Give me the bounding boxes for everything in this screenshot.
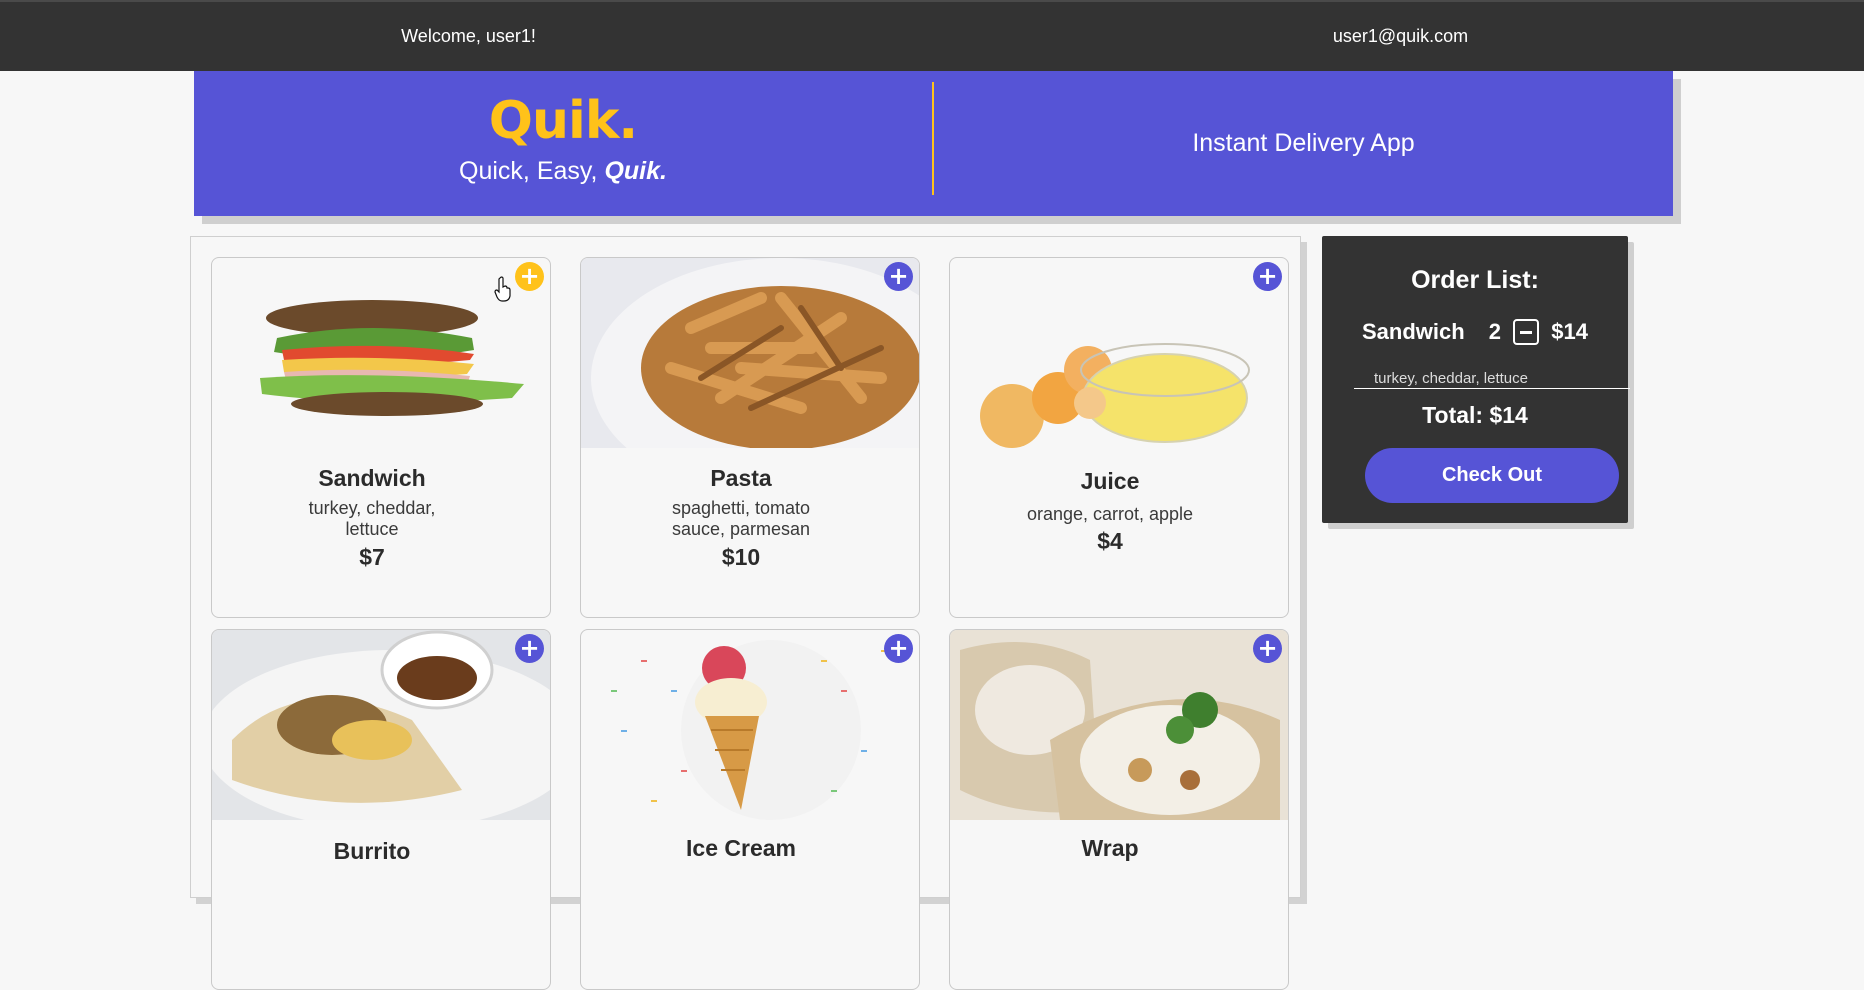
welcome-message: Welcome, user1! xyxy=(401,26,536,46)
order-item-price: $14 xyxy=(1551,319,1589,345)
item-price: $7 xyxy=(359,544,385,570)
item-price: $10 xyxy=(721,544,761,570)
item-name: Ice Cream xyxy=(686,835,796,861)
checkout-button[interactable]: Check Out xyxy=(1365,448,1619,503)
add-pasta-button[interactable]: + xyxy=(884,262,913,291)
item-name: Sandwich xyxy=(318,465,426,491)
brand-block: Quik. Quick, Easy, Quik. xyxy=(194,89,932,186)
tagline-prefix: Quick, Easy, xyxy=(459,157,605,185)
menu-card-ice-cream[interactable]: + Ice Cream xyxy=(580,629,920,990)
item-description: spaghetti, tomato sauce, parmesan xyxy=(671,498,811,539)
menu-card-wrap[interactable]: + Wrap xyxy=(949,629,1289,990)
order-item-row: Sandwich 2 $14 xyxy=(1322,318,1628,346)
hero-subtitle: Instant Delivery App xyxy=(1192,129,1415,157)
item-price: $4 xyxy=(1097,528,1123,554)
juice-image xyxy=(980,343,1250,448)
menu-card-pasta[interactable]: + Pasta spaghetti, tomato sauce, parmesa… xyxy=(580,257,920,618)
logo: Quik. xyxy=(488,91,638,151)
menu-panel: + Sandwich turkey, cheddar, lettuce $7 +… xyxy=(190,236,1301,990)
pasta-image xyxy=(581,258,919,448)
order-list-panel: Order List: Sandwich 2 $14 turkey, chedd… xyxy=(1322,236,1630,523)
menu-card-juice[interactable]: + Juice orange, carrot, apple $4 xyxy=(949,257,1289,618)
order-list-title: Order List: xyxy=(1411,266,1539,294)
menu-card-sandwich[interactable]: + Sandwich turkey, cheddar, lettuce $7 xyxy=(211,257,551,618)
tagline: Quick, Easy, Quik. xyxy=(194,157,932,186)
tagline-emphasis: Quik. xyxy=(604,157,667,185)
decrease-quantity-icon[interactable] xyxy=(1513,319,1540,346)
burrito-image xyxy=(212,630,550,820)
hero-banner: Quik. Quick, Easy, Quik. Instant Deliver… xyxy=(194,71,1673,216)
order-total: Total: $14 xyxy=(1422,402,1528,428)
item-description: orange, carrot, apple xyxy=(1026,504,1194,524)
item-name: Juice xyxy=(1080,468,1140,494)
user-email[interactable]: user1@quik.com xyxy=(937,26,1864,47)
add-sandwich-button[interactable]: + xyxy=(515,262,544,291)
menu-card-burrito[interactable]: + Burrito xyxy=(211,629,551,990)
add-wrap-button[interactable]: + xyxy=(1253,634,1282,663)
order-item-note[interactable]: turkey, cheddar, lettuce xyxy=(1354,370,1630,389)
item-name: Wrap xyxy=(1081,835,1139,861)
order-item-name: Sandwich xyxy=(1361,319,1465,345)
add-burrito-button[interactable]: + xyxy=(515,634,544,663)
item-name: Burrito xyxy=(333,838,411,864)
add-juice-button[interactable]: + xyxy=(1253,262,1282,291)
top-bar: Welcome, user1! user1@quik.com xyxy=(0,0,1864,71)
item-description: turkey, cheddar, lettuce xyxy=(308,498,436,539)
wrap-image xyxy=(950,630,1288,820)
add-ice-cream-button[interactable]: + xyxy=(884,634,913,663)
ice-cream-image xyxy=(611,640,887,820)
order-item-quantity: 2 xyxy=(1488,319,1502,345)
hand-cursor-icon xyxy=(494,276,511,302)
item-name: Pasta xyxy=(710,465,772,491)
